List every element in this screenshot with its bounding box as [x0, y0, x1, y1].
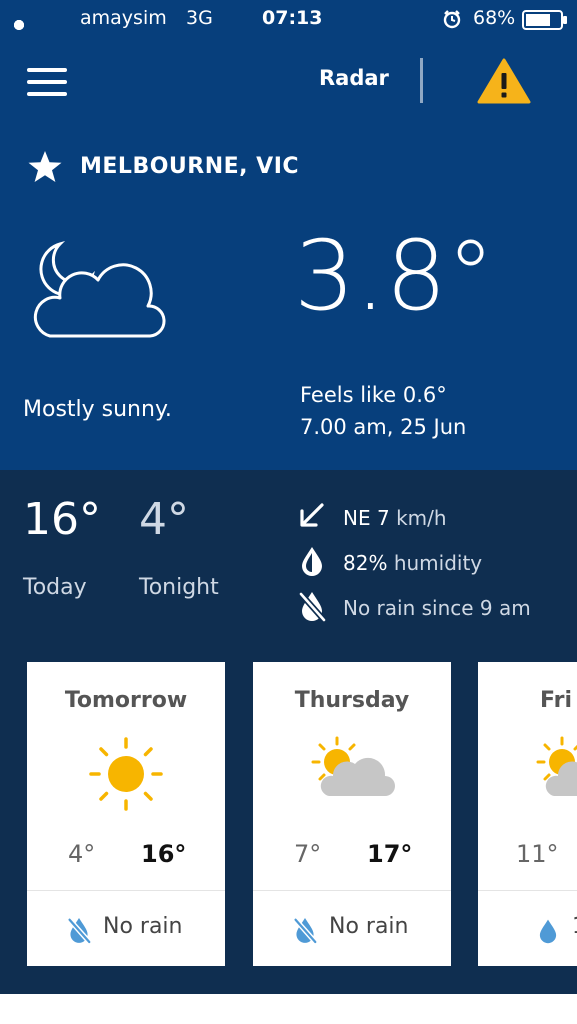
today-label: Today: [23, 575, 87, 600]
card-divider: [27, 890, 225, 891]
partly-cloudy-icon: [536, 736, 577, 796]
header-divider: [420, 58, 423, 103]
today-max-temperature: 16°: [23, 494, 101, 545]
partly-cloudy-icon: [311, 736, 395, 796]
rain-drop-icon: [539, 919, 557, 944]
sun-icon: [89, 737, 163, 811]
bottom-strip: [0, 994, 577, 1024]
moon-cloud-icon: [33, 241, 166, 338]
tonight-label: Tonight: [139, 575, 219, 600]
observation-time: 7.00 am, 25 Jun: [300, 415, 467, 439]
rain-since: No rain since 9 am: [343, 596, 531, 620]
forecast-day: Fri: [540, 688, 573, 713]
forecast-card-friday[interactable]: Fri 11° 1: [478, 662, 577, 966]
battery-percent: 68%: [473, 7, 516, 29]
forecast-rain: 1: [572, 914, 577, 939]
favourite-star-icon[interactable]: [27, 150, 63, 184]
card-divider: [253, 890, 451, 891]
forecast-high: 17°: [367, 840, 413, 868]
menu-icon: [27, 68, 67, 72]
no-rain-icon: [67, 918, 91, 944]
humidity-info: 82% humidity: [343, 551, 482, 575]
alarm-icon: [443, 10, 461, 29]
forecast-low: 11°: [516, 840, 559, 868]
forecast-rain: No rain: [103, 914, 183, 939]
forecast-day: Tomorrow: [64, 688, 188, 713]
wind-direction: NE: [343, 506, 371, 530]
wind-speed: 7: [376, 506, 390, 530]
forecast-low: 4°: [68, 840, 96, 868]
no-rain-icon: [293, 918, 317, 944]
clock: 07:13: [262, 7, 323, 29]
carrier-name: amaysim: [80, 7, 167, 29]
feels-like: Feels like 0.6°: [300, 383, 447, 407]
forecast-high: 16°: [141, 840, 187, 868]
warning-button[interactable]: [477, 58, 531, 104]
forecast-card-thursday[interactable]: Thursday 7° 17° No rain: [253, 662, 451, 966]
menu-button[interactable]: [27, 68, 67, 96]
forecast-low: 7°: [294, 840, 322, 868]
current-condition: Mostly sunny.: [23, 397, 172, 422]
location-name: MELBOURNE, VIC: [80, 154, 300, 179]
network-type: 3G: [186, 7, 213, 29]
forecast-rain: No rain: [329, 914, 409, 939]
forecast-day: Thursday: [294, 688, 410, 713]
humidity-value: 82%: [343, 551, 388, 575]
status-bar: amaysim 3G 07:13 68%: [0, 0, 577, 38]
humidity-drop-icon: [302, 547, 322, 576]
current-temperature: 3.8°: [294, 220, 495, 332]
no-rain-icon: [298, 592, 326, 622]
wind-info: NE 7 km/h: [343, 506, 447, 530]
radar-link[interactable]: Radar: [319, 66, 389, 90]
humidity-label: humidity: [393, 551, 483, 575]
wind-direction-icon: [300, 503, 324, 527]
rain-info: No rain since 9 am: [343, 596, 531, 620]
forecast-card-tomorrow[interactable]: Tomorrow 4° 16° No rain: [27, 662, 225, 966]
wind-unit: km/h: [396, 506, 447, 530]
card-divider: [478, 890, 577, 891]
tonight-min-temperature: 4°: [139, 494, 189, 545]
battery-icon: [522, 10, 567, 30]
